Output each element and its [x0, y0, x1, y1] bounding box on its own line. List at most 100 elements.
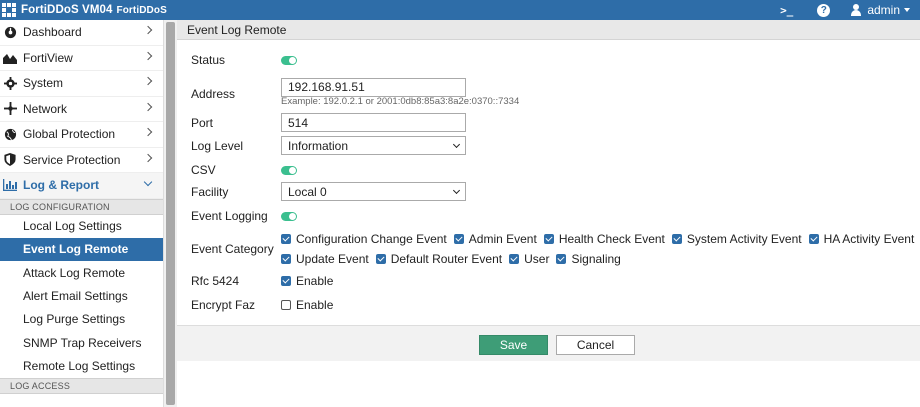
help-button[interactable]: ? [807, 0, 840, 20]
app-subtitle: FortiDDoS [116, 4, 167, 16]
encrypt-faz-row: Encrypt Faz Enable [191, 298, 340, 312]
sidebar-item-label: Log & Report [23, 178, 99, 193]
checkbox-checked-icon [556, 254, 567, 264]
sidebar: Dashboard FortiView System Network Globa… [0, 20, 163, 407]
scrollbar-thumb[interactable] [166, 22, 175, 405]
section-header-log-configuration: LOG CONFIGURATION [0, 198, 163, 215]
category-default-router-event[interactable]: Default Router Event [375, 252, 502, 266]
globe-icon [3, 127, 17, 141]
network-icon [3, 102, 17, 116]
checkbox-label: HA Activity Event [823, 232, 915, 246]
caret-down-icon [904, 8, 910, 12]
cli-terminal-icon[interactable]: >_ [766, 0, 807, 20]
sidebar-scrollbar[interactable] [163, 20, 177, 407]
sidebar-subitem-snmp-trap-receivers[interactable]: SNMP Trap Receivers [0, 331, 163, 354]
sidebar-item-service-protection[interactable]: Service Protection [0, 148, 163, 173]
log-level-value: Information [288, 138, 349, 153]
category-health-check-event[interactable]: Health Check Event [543, 232, 665, 246]
sidebar-subitem-remote-log-settings[interactable]: Remote Log Settings [0, 354, 163, 377]
checkbox-label: Enable [296, 298, 334, 312]
sidebar-subitem-local-log-settings[interactable]: Local Log Settings [0, 215, 163, 238]
category-ha-activity-event[interactable]: HA Activity Event [808, 232, 915, 246]
status-toggle[interactable] [281, 55, 297, 65]
sidebar-subitem-alert-email-settings[interactable]: Alert Email Settings [0, 284, 163, 307]
address-label: Address [191, 87, 236, 101]
address-input[interactable]: 192.168.91.51 [281, 77, 466, 97]
port-input[interactable]: 514 [281, 113, 466, 132]
chevron-down-icon [452, 186, 461, 195]
help-icon: ? [817, 3, 831, 17]
bar-chart-icon [3, 178, 17, 192]
chevron-down-icon [452, 140, 461, 149]
user-menu[interactable]: admin [840, 0, 920, 20]
category-update-event[interactable]: Update Event [281, 252, 369, 266]
sidebar-item-fortiview[interactable]: FortiView [0, 46, 163, 71]
sidebar-item-log-report[interactable]: Log & Report [0, 173, 163, 199]
log-level-select[interactable]: Information [281, 136, 466, 155]
checkbox-label: Update Event [296, 252, 369, 266]
category-configuration-change-event[interactable]: Configuration Change Event [281, 232, 447, 246]
brand: FortiDDoS VM04 FortiDDoS [0, 0, 167, 20]
category-signaling[interactable]: Signaling [556, 252, 621, 266]
sidebar-item-system[interactable]: System [0, 71, 163, 97]
sidebar-subitem-event-log-remote[interactable]: Event Log Remote [0, 237, 163, 262]
event-logging-label: Event Logging [191, 209, 268, 223]
form-footer: Save Cancel [177, 325, 920, 361]
port-row: Port 514 [191, 113, 466, 132]
facility-label: Facility [191, 184, 229, 199]
checkbox-checked-icon [453, 234, 464, 244]
sidebar-item-label: Network [23, 101, 68, 116]
event-category-row: Event Category Configuration Change Even… [191, 229, 920, 269]
sidebar-subitem-attack-log-remote[interactable]: Attack Log Remote [0, 261, 163, 284]
sidebar-item-label: Global Protection [23, 127, 116, 142]
address-hint: Example: 192.0.2.1 or 2001:0db8:85a3:8a2… [281, 96, 520, 107]
gear-icon [3, 76, 17, 90]
checkbox-unchecked-icon [281, 300, 291, 310]
sidebar-item-global-protection[interactable]: Global Protection [0, 122, 163, 148]
facility-select[interactable]: Local 0 [281, 182, 466, 201]
category-admin-event[interactable]: Admin Event [453, 232, 537, 246]
fortinet-logo-icon [2, 3, 16, 17]
sidebar-subitem-log-purge-settings[interactable]: Log Purge Settings [0, 308, 163, 331]
section-header-log-access: LOG ACCESS [0, 377, 163, 394]
log-level-label: Log Level [191, 138, 244, 153]
chevron-right-icon [143, 51, 153, 60]
chevron-right-icon [143, 25, 153, 35]
sidebar-item-dashboard[interactable]: Dashboard [0, 20, 163, 46]
event-category-label: Event Category [191, 242, 274, 256]
cancel-button[interactable]: Cancel [556, 335, 635, 355]
category-user[interactable]: User [509, 252, 549, 266]
event-logging-toggle[interactable] [281, 211, 297, 221]
checkbox-checked-icon [509, 254, 520, 264]
user-icon [850, 4, 862, 16]
user-name: admin [867, 3, 900, 17]
log-level-row: Log Level Information [191, 136, 466, 155]
csv-label: CSV [191, 163, 216, 177]
sidebar-item-network[interactable]: Network [0, 97, 163, 122]
checkbox-checked-icon [281, 276, 291, 286]
checkbox-label: Signaling [571, 252, 621, 266]
encrypt-faz-label: Encrypt Faz [191, 298, 256, 312]
shield-icon [3, 153, 17, 167]
checkbox-label: User [524, 252, 550, 266]
save-button[interactable]: Save [479, 335, 548, 355]
event-logging-row: Event Logging [191, 209, 297, 223]
rfc5424-enable-checkbox[interactable]: Enable [281, 274, 333, 288]
csv-row: CSV [191, 163, 297, 177]
sidebar-item-label: Dashboard [23, 25, 82, 40]
csv-toggle[interactable] [281, 165, 297, 175]
rfc5424-label: Rfc 5424 [191, 274, 240, 288]
encrypt-faz-enable-checkbox[interactable]: Enable [281, 298, 333, 312]
checkbox-checked-icon [808, 234, 819, 244]
chevron-right-icon [143, 76, 153, 86]
checkbox-checked-icon [281, 254, 291, 264]
checkbox-label: System Activity Event [686, 232, 802, 246]
facility-row: Facility Local 0 [191, 182, 466, 201]
chevron-right-icon [143, 153, 153, 162]
status-row: Status [191, 53, 297, 67]
app-title: FortiDDoS VM04 [21, 4, 113, 16]
category-system-activity-event[interactable]: System Activity Event [671, 232, 802, 246]
sidebar-item-label: FortiView [23, 50, 73, 65]
sidebar-item-label: System [23, 76, 64, 91]
event-log-remote-panel: Event Log Remote Status Address 192.168.… [177, 20, 920, 407]
